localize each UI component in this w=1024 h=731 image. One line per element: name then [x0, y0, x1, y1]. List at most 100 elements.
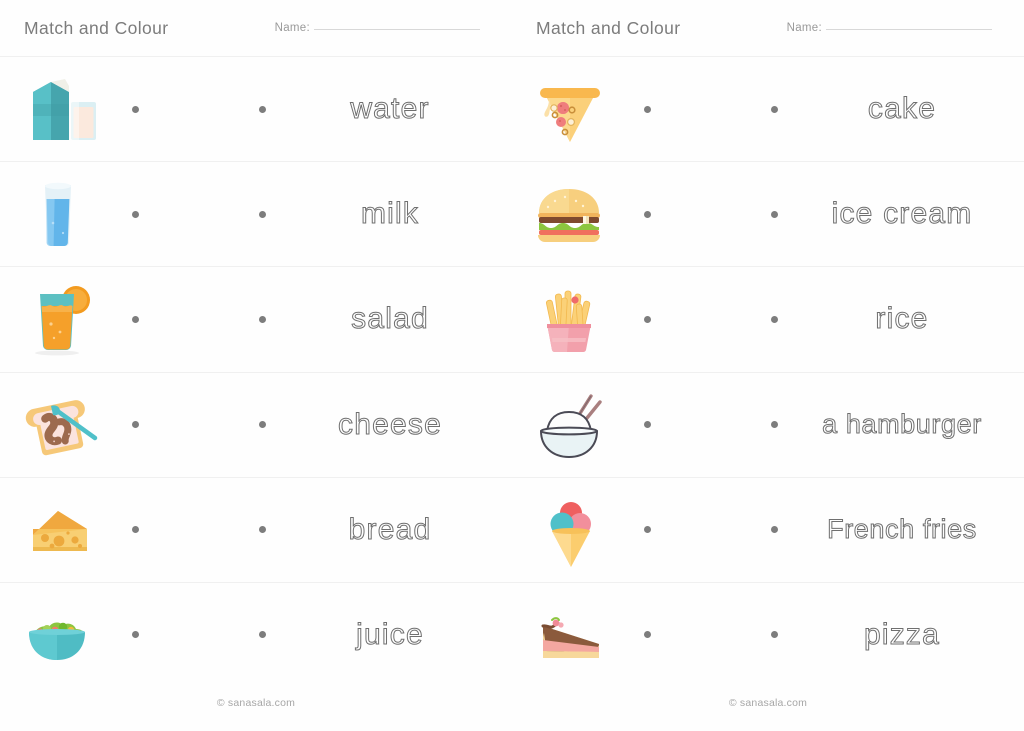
copyright-notice: © sanasala.com: [216, 697, 296, 709]
word-label: ice cream: [831, 197, 973, 231]
dot[interactable]: [131, 526, 139, 534]
word-cell: juice: [282, 617, 512, 652]
word-label: milk: [360, 197, 420, 231]
dot[interactable]: [258, 315, 266, 323]
page-title-left: Match and Colour: [24, 17, 169, 38]
match-dot-left[interactable]: [114, 421, 156, 429]
bread-with-spread-icon: [25, 399, 98, 455]
dot[interactable]: [770, 315, 778, 323]
word-cell: salad: [282, 302, 512, 336]
dot[interactable]: [643, 526, 651, 534]
match-dot-word[interactable]: [242, 421, 282, 429]
picture-cell: [0, 280, 114, 358]
match-dot-left[interactable]: [626, 421, 668, 429]
match-dot-left[interactable]: [114, 315, 156, 323]
dot[interactable]: [131, 421, 139, 429]
match-rows-right: cake ice cream rice a hamburger French f…: [512, 56, 1024, 687]
hamburger-icon: [538, 189, 600, 243]
dot[interactable]: [258, 526, 266, 534]
word-cell: rice: [794, 302, 1024, 336]
dot[interactable]: [131, 631, 139, 639]
match-dot-word[interactable]: [242, 105, 282, 113]
dot[interactable]: [131, 210, 139, 218]
ice-cream-cone-icon: [550, 501, 591, 567]
table-row: salad: [0, 266, 512, 371]
sheet-footer-left: © sanasala.com: [0, 687, 512, 731]
table-row: ice cream: [512, 161, 1024, 266]
picture-cell: [512, 280, 626, 358]
picture-cell: [512, 175, 626, 253]
dot[interactable]: [131, 105, 139, 113]
name-field-left[interactable]: Name:: [275, 22, 490, 34]
french-fries-icon: [546, 291, 591, 353]
match-dot-left[interactable]: [114, 631, 156, 639]
word-cell: bread: [282, 512, 512, 547]
name-label-right: Name:: [786, 22, 822, 34]
match-dot-word[interactable]: [754, 210, 794, 218]
dot[interactable]: [770, 526, 778, 534]
salad-bowl-icon: [29, 622, 85, 660]
match-dot-left[interactable]: [114, 526, 156, 534]
picture-cell: [0, 596, 114, 674]
word-label: cake: [867, 92, 937, 126]
match-dot-word[interactable]: [242, 526, 282, 534]
match-dot-left[interactable]: [626, 210, 668, 218]
match-dot-word[interactable]: [242, 315, 282, 323]
name-write-line-right[interactable]: [826, 29, 992, 30]
dot[interactable]: [258, 105, 266, 113]
word-cell: water: [282, 92, 512, 126]
word-label: rice: [875, 302, 929, 336]
match-dot-left[interactable]: [114, 105, 156, 113]
dot[interactable]: [770, 210, 778, 218]
page-title-right: Match and Colour: [536, 17, 681, 38]
worksheet-right: Match and Colour Name: cake ice cream ri…: [512, 0, 1024, 731]
match-dot-left[interactable]: [626, 315, 668, 323]
word-label: salad: [351, 302, 429, 336]
glass-of-water-icon: [45, 183, 71, 247]
word-label: juice: [356, 617, 424, 651]
dot[interactable]: [770, 105, 778, 113]
word-cell: cheese: [282, 407, 512, 442]
name-field-right[interactable]: Name:: [787, 22, 1002, 34]
picture-cell: [512, 596, 626, 674]
table-row: cake: [512, 56, 1024, 161]
sheet-footer-right: © sanasala.com: [512, 687, 1024, 731]
table-row: French fries: [512, 476, 1024, 582]
picture-cell: [512, 491, 626, 569]
match-dot-word[interactable]: [754, 421, 794, 429]
picture-cell: [0, 386, 114, 464]
dot[interactable]: [770, 421, 778, 429]
match-dot-word[interactable]: [242, 631, 282, 639]
dot[interactable]: [643, 315, 651, 323]
dot[interactable]: [643, 210, 651, 218]
match-dot-word[interactable]: [754, 315, 794, 323]
dot[interactable]: [258, 631, 266, 639]
name-write-line-left[interactable]: [314, 29, 480, 30]
picture-cell: [512, 70, 626, 148]
match-dot-left[interactable]: [626, 631, 668, 639]
match-dot-left[interactable]: [626, 526, 668, 534]
dot[interactable]: [258, 210, 266, 218]
rice-bowl-icon: [540, 393, 602, 458]
dot[interactable]: [258, 421, 266, 429]
table-row: a hamburger: [512, 371, 1024, 477]
match-dot-word[interactable]: [242, 210, 282, 218]
worksheet-left: Match and Colour Name: water milk salad …: [0, 0, 512, 731]
match-dot-word[interactable]: [754, 105, 794, 113]
match-dot-word[interactable]: [754, 526, 794, 534]
name-label-left: Name:: [274, 22, 310, 34]
orange-juice-glass-icon: [35, 286, 90, 356]
dot[interactable]: [770, 631, 778, 639]
dot[interactable]: [643, 631, 651, 639]
word-label: French fries: [827, 514, 977, 545]
word-cell: a hamburger: [794, 409, 1024, 440]
word-label: bread: [348, 512, 432, 546]
dot[interactable]: [643, 105, 651, 113]
match-dot-left[interactable]: [114, 210, 156, 218]
match-dot-left[interactable]: [626, 105, 668, 113]
pizza-slice-icon: [540, 88, 600, 143]
dot[interactable]: [131, 315, 139, 323]
dot[interactable]: [643, 421, 651, 429]
match-dot-word[interactable]: [754, 631, 794, 639]
picture-cell: [512, 386, 626, 464]
